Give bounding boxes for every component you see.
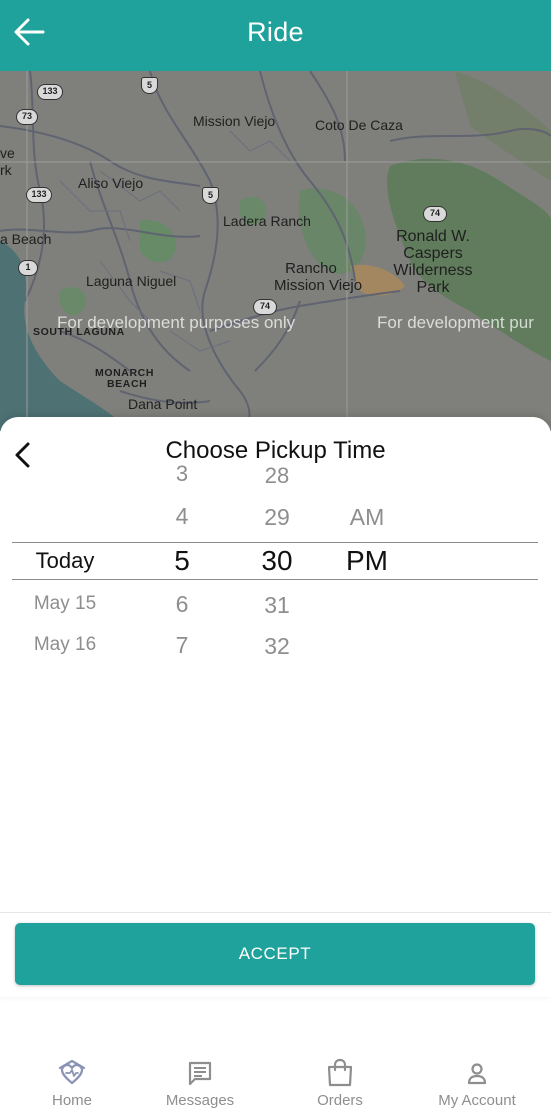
map-label: Rancho Mission Viejo	[274, 260, 363, 294]
pickup-time-sheet: Choose Pickup Time Today May 15 May 16 3…	[0, 417, 551, 997]
map-label: Coto De Caza	[315, 117, 403, 133]
page-title: Ride	[247, 17, 304, 47]
route-shield-icon: 133	[37, 84, 63, 100]
message-icon	[185, 1058, 215, 1088]
map-label: Ladera Ranch	[223, 213, 311, 229]
hour-option[interactable]: 7	[152, 632, 212, 659]
route-shield-icon: 73	[16, 109, 38, 125]
sheet-footer: ACCEPT	[0, 912, 551, 997]
period-wheel[interactable]: AM PM	[332, 459, 402, 669]
nav-item-orders[interactable]: Orders	[271, 1040, 409, 1115]
map-label-line: Park	[416, 279, 450, 296]
route-shield-icon: 74	[423, 206, 447, 222]
hour-option[interactable]: 6	[152, 591, 212, 618]
minute-wheel[interactable]: 28 29 30 31 32	[245, 459, 309, 669]
hour-option[interactable]: 5	[152, 545, 212, 577]
nav-item-home[interactable]: Home	[3, 1040, 141, 1115]
nav-label: Home	[51, 1092, 92, 1109]
map-label: a Beach	[0, 231, 52, 247]
date-option[interactable]: May 15	[12, 593, 118, 615]
map-label: Ronald W. Caspers Wilderness Park	[384, 228, 482, 296]
minute-option[interactable]: 30	[245, 545, 309, 577]
map-label: Mission Viejo	[193, 113, 276, 129]
date-option[interactable]: Today	[12, 548, 118, 574]
hour-option[interactable]: 4	[152, 503, 212, 530]
map-label-line: Ronald W.	[396, 228, 470, 245]
minute-option[interactable]: 29	[245, 504, 309, 531]
map-label: BEACH	[107, 378, 148, 390]
home-heart-icon	[57, 1058, 87, 1088]
hour-option[interactable]: 3	[152, 461, 212, 487]
period-option[interactable]: PM	[332, 545, 402, 577]
map-label-line: Caspers	[403, 245, 463, 262]
route-shield-icon: 5	[141, 77, 158, 94]
nav-label: Messages	[165, 1092, 235, 1109]
minute-option[interactable]: 28	[245, 463, 309, 489]
map-view[interactable]: Mission Viejo Coto De Caza ve rk Aliso V…	[0, 71, 551, 431]
nav-item-my-account[interactable]: My Account	[408, 1040, 546, 1115]
route-shield-icon: 1	[18, 260, 38, 276]
map-label: Laguna Niguel	[86, 273, 177, 289]
nav-label: Orders	[317, 1092, 363, 1109]
map-label: Dana Point	[128, 396, 198, 412]
dev-watermark: For development pur	[377, 313, 534, 332]
map-label-line: Mission Viejo	[274, 277, 363, 294]
shopping-bag-icon	[325, 1058, 355, 1088]
person-icon	[462, 1058, 492, 1088]
map-label: ve	[0, 145, 15, 161]
accept-button[interactable]: ACCEPT	[15, 923, 535, 985]
map-label: Aliso Viejo	[78, 175, 144, 191]
dev-watermark: For development purposes only	[57, 313, 296, 332]
time-picker: Today May 15 May 16 3 4 5 6 7 28 29 30 3…	[12, 459, 538, 669]
route-shield-icon: 133	[26, 187, 52, 203]
date-option[interactable]: May 16	[12, 634, 118, 656]
map-label-line: Wilderness	[393, 262, 473, 279]
map-label: rk	[0, 162, 12, 178]
period-option[interactable]: AM	[332, 504, 402, 531]
map-label-line: Rancho	[285, 260, 337, 277]
date-wheel[interactable]: Today May 15 May 16	[12, 459, 118, 669]
minute-option[interactable]: 31	[245, 592, 309, 619]
minute-option[interactable]: 32	[245, 633, 309, 660]
route-shield-icon: 5	[202, 187, 219, 204]
nav-label: My Account	[438, 1092, 516, 1109]
bottom-nav: Home Messages Orders My Account	[0, 1040, 551, 1115]
hour-wheel[interactable]: 3 4 5 6 7	[152, 459, 212, 669]
app-header: Ride	[0, 0, 551, 71]
nav-item-messages[interactable]: Messages	[131, 1040, 269, 1115]
